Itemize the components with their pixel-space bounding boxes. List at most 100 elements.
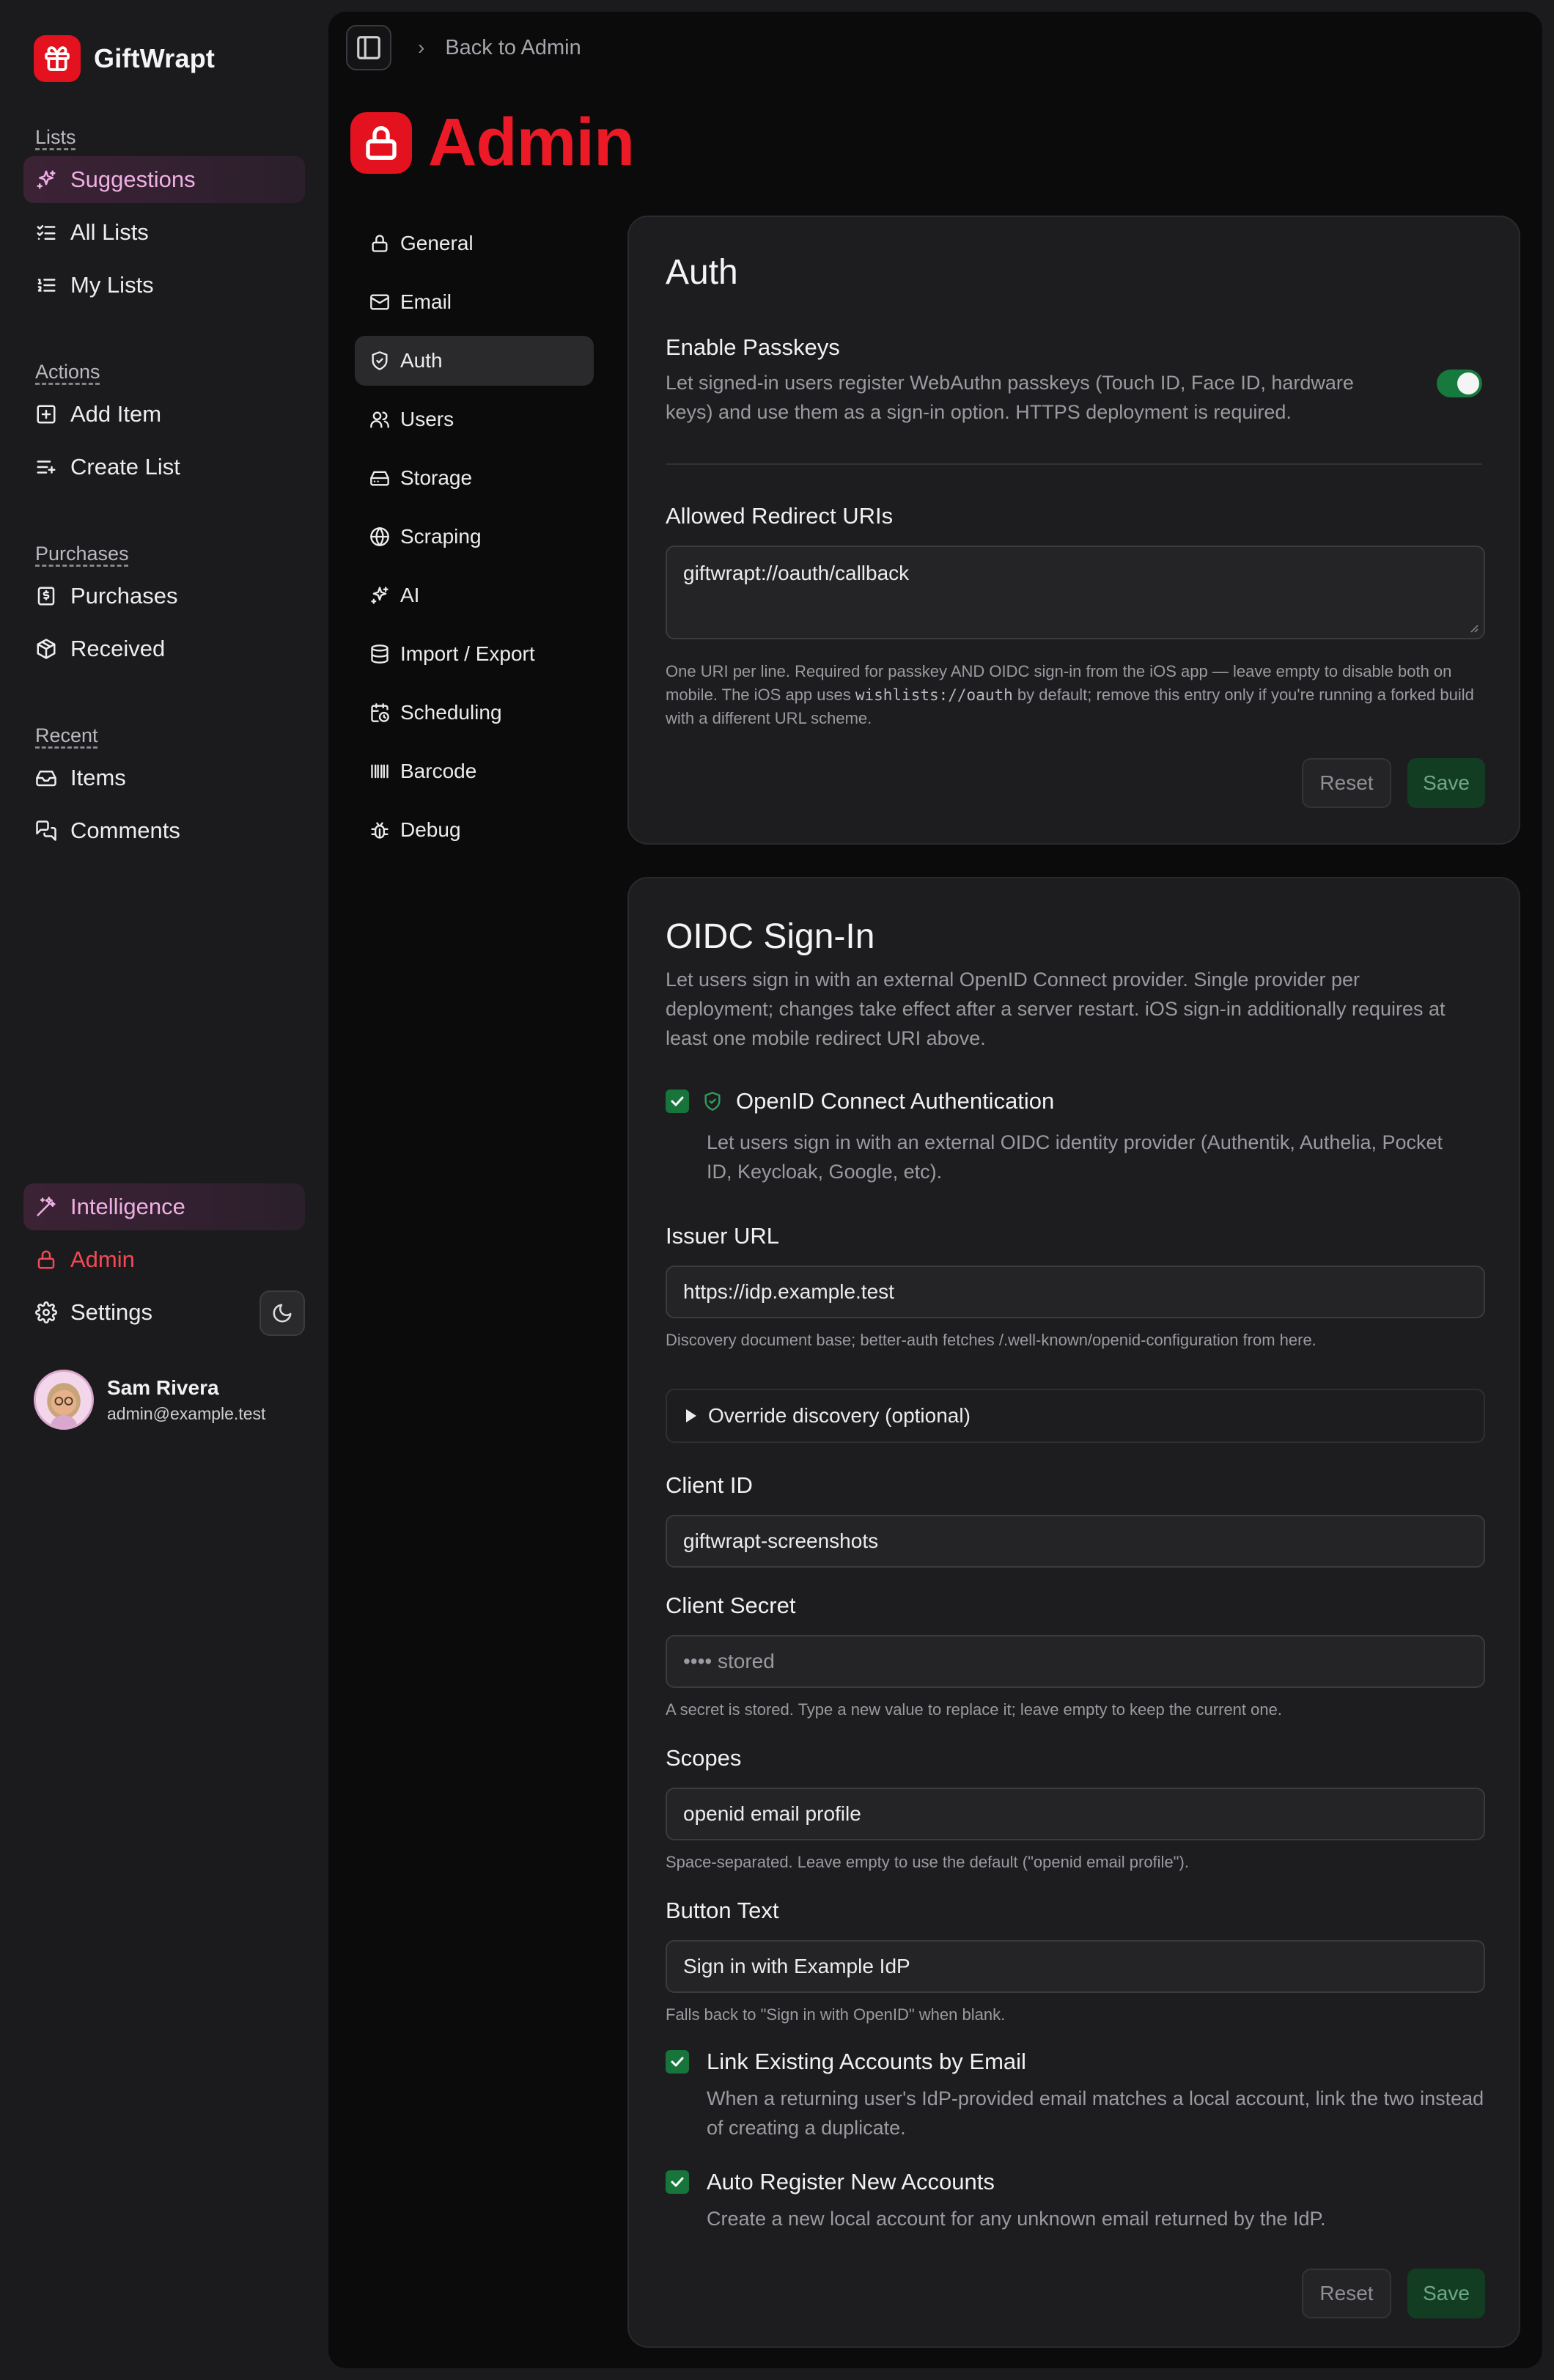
admin-subnav: General Email Auth Users Storage Scrapin…: [355, 218, 594, 864]
nav-item-settings[interactable]: Settings: [23, 1289, 243, 1336]
passkeys-description: Let signed-in users register WebAuthn pa…: [666, 372, 1354, 423]
nav-item-my-lists[interactable]: My Lists: [23, 262, 305, 309]
client-id-input[interactable]: giftwrapt-screenshots: [666, 1515, 1485, 1568]
auto-register-description: Create a new local account for any unkno…: [707, 2208, 1326, 2230]
brand[interactable]: GiftWrapt: [34, 35, 215, 82]
nav-item-received[interactable]: Received: [23, 625, 305, 672]
receipt-icon: [35, 585, 57, 607]
subnav-label: Storage: [400, 466, 473, 489]
gear-icon: [35, 1301, 57, 1323]
oidc-enable-row[interactable]: OpenID Connect Authentication: [666, 1088, 1054, 1114]
nav-item-label: Create List: [70, 454, 180, 480]
passkeys-label: Enable Passkeys: [666, 334, 840, 360]
oidc-enable-checkbox[interactable]: [666, 1090, 689, 1113]
page-title-text: Admin: [428, 105, 635, 180]
redirect-help: One URI per line. Required for passkey A…: [666, 660, 1485, 730]
subnav-item-general[interactable]: General: [355, 218, 594, 268]
oidc-enable-label: OpenID Connect Authentication: [736, 1088, 1055, 1114]
database-icon: [369, 644, 390, 664]
subnav-item-debug[interactable]: Debug: [355, 805, 594, 855]
nav-item-admin[interactable]: Admin: [23, 1236, 305, 1283]
nav-item-create-list[interactable]: Create List: [23, 444, 305, 491]
oidc-reset-button[interactable]: Reset: [1302, 2269, 1391, 2318]
check-icon: [671, 2057, 684, 2067]
oidc-save-button[interactable]: Save: [1407, 2269, 1485, 2318]
nav-item-label: My Lists: [70, 272, 154, 298]
users-icon: [369, 409, 390, 430]
moon-icon: [271, 1302, 293, 1324]
card-title: OIDC Sign-In: [666, 917, 875, 956]
inbox-icon: [35, 767, 57, 789]
subnav-item-storage[interactable]: Storage: [355, 453, 594, 503]
subnav-item-barcode[interactable]: Barcode: [355, 746, 594, 796]
nav-item-suggestions[interactable]: Suggestions: [23, 156, 305, 203]
subnav-label: AI: [400, 584, 420, 606]
redirect-uris-textarea[interactable]: giftwrapt://oauth/callback: [666, 546, 1485, 639]
auth-save-button[interactable]: Save: [1407, 758, 1485, 808]
calendar-clock-icon: [369, 702, 390, 723]
subnav-item-auth[interactable]: Auth: [355, 336, 594, 386]
chevron-right-icon: ›: [418, 36, 425, 59]
oidc-enable-description: Let users sign in with an external OIDC …: [707, 1131, 1443, 1183]
resize-grip-icon[interactable]: [1468, 622, 1479, 633]
client-secret-label: Client Secret: [666, 1593, 796, 1618]
group-label: Actions: [35, 361, 100, 383]
auto-register-row[interactable]: Auto Register New Accounts: [666, 2169, 995, 2195]
lock-icon: [369, 233, 390, 254]
avatar: [34, 1370, 94, 1430]
auto-register-label: Auto Register New Accounts: [707, 2169, 995, 2194]
nav-item-add-item[interactable]: Add Item: [23, 391, 305, 438]
subnav-item-import-export[interactable]: Import / Export: [355, 629, 594, 679]
button-text-input[interactable]: Sign in with Example IdP: [666, 1940, 1485, 1993]
redirect-label: Allowed Redirect URIs: [666, 503, 894, 529]
check-icon: [671, 2177, 684, 2187]
subnav-item-scheduling[interactable]: Scheduling: [355, 688, 594, 738]
subnav-item-scraping[interactable]: Scraping: [355, 512, 594, 562]
nav-item-label: Intelligence: [70, 1194, 185, 1219]
issuer-url-input[interactable]: https://idp.example.test: [666, 1266, 1485, 1318]
override-discovery-toggle[interactable]: Override discovery (optional): [666, 1389, 1485, 1443]
nav-group-recent: Recent Items Comments: [23, 724, 305, 860]
check-icon: [671, 1096, 684, 1106]
nav-item-intelligence[interactable]: Intelligence: [23, 1183, 305, 1230]
nav-item-label: Suggestions: [70, 166, 196, 192]
user-email: admin@example.test: [107, 1403, 266, 1423]
subnav-label: Debug: [400, 818, 461, 841]
hard-drive-icon: [369, 468, 390, 488]
auth-reset-button[interactable]: Reset: [1302, 758, 1391, 808]
barcode-icon: [369, 761, 390, 782]
nav-group-lists: Lists Suggestions All Lists My Lists: [23, 126, 305, 315]
settings-row: Settings: [23, 1289, 305, 1336]
nav-item-comments[interactable]: Comments: [23, 807, 305, 854]
client-secret-help: A secret is stored. Type a new value to …: [666, 1700, 1282, 1719]
link-existing-checkbox[interactable]: [666, 2050, 689, 2074]
subnav-label: Auth: [400, 349, 443, 372]
list-checks-icon: [35, 221, 57, 243]
textarea-value: giftwrapt://oauth/callback: [683, 562, 910, 584]
client-secret-input[interactable]: •••• stored: [666, 1635, 1485, 1688]
issuer-label: Issuer URL: [666, 1223, 780, 1249]
subnav-item-users[interactable]: Users: [355, 394, 594, 444]
nav-item-items[interactable]: Items: [23, 754, 305, 801]
bug-icon: [369, 820, 390, 840]
passkeys-toggle[interactable]: [1437, 370, 1482, 397]
scopes-input[interactable]: openid email profile: [666, 1788, 1485, 1840]
list-plus-icon: [35, 456, 57, 478]
user-name: Sam Rivera: [107, 1376, 219, 1399]
theme-toggle-button[interactable]: [259, 1290, 305, 1336]
back-to-admin-link[interactable]: Back to Admin: [445, 36, 581, 60]
list-ordered-icon: [35, 274, 57, 296]
globe-icon: [369, 526, 390, 547]
auto-register-checkbox[interactable]: [666, 2170, 689, 2194]
nav-item-purchases[interactable]: Purchases: [23, 573, 305, 620]
sidebar-toggle-button[interactable]: [346, 25, 391, 70]
nav-item-all-lists[interactable]: All Lists: [23, 209, 305, 256]
link-existing-row[interactable]: Link Existing Accounts by Email: [666, 2049, 1026, 2075]
subnav-item-email[interactable]: Email: [355, 277, 594, 327]
link-existing-description: When a returning user's IdP-provided ema…: [707, 2087, 1484, 2139]
main-panel: › Back to Admin Admin General Email Auth…: [328, 12, 1542, 2368]
user-profile[interactable]: Sam Rivera admin@example.test: [34, 1370, 265, 1430]
subnav-item-ai[interactable]: AI: [355, 570, 594, 620]
divider: [666, 463, 1482, 465]
nav-item-label: Settings: [70, 1299, 153, 1325]
